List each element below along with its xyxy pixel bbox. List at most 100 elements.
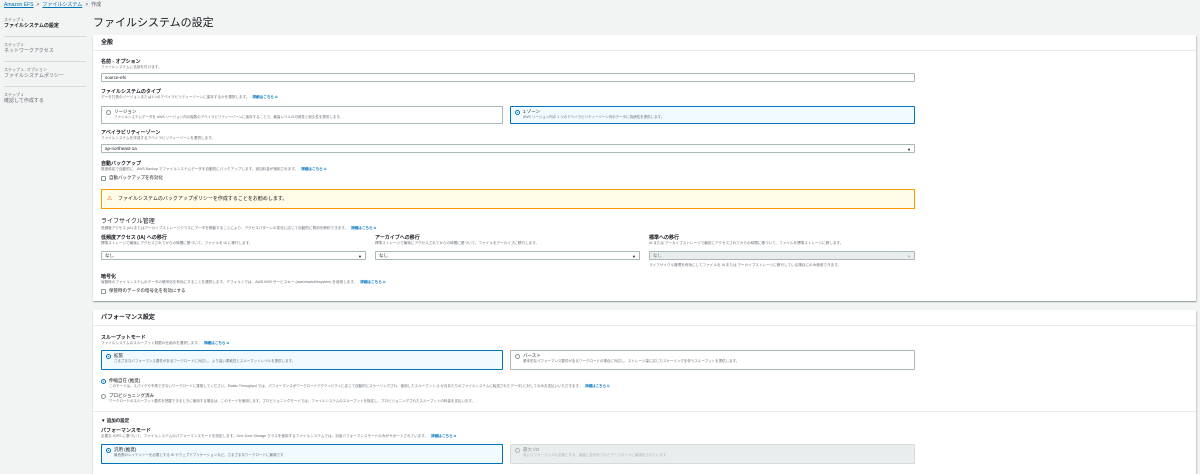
throughput-group: スループットモード ファイルシステムのスループット制限の仕組みを選択します。 詳細… (101, 335, 229, 346)
fs-type-onezone-desc: AWS リージョン内の 1 つのアベイラビリティーゾーン内のデータに持続性を提供… (523, 115, 665, 119)
backup-warning-text: ファイルシステムのバックアップポリシーを作成することをお勧めします。 (118, 196, 288, 202)
throughput-elastic-radio[interactable] (101, 379, 106, 384)
external-link-icon: ⧉ (274, 95, 278, 99)
perf-mode-info-link[interactable]: 詳細はこちら (431, 434, 453, 438)
breadcrumb-separator-icon: > (85, 2, 89, 8)
throughput-bursting-radio[interactable] (515, 354, 520, 359)
encryption-checkbox[interactable] (101, 289, 106, 294)
wizard-step-3: ステップ 3 - オプション ファイルシステムポリシー (4, 65, 86, 87)
external-link-icon: ⧉ (225, 341, 230, 345)
divider (93, 411, 1196, 412)
fs-type-description: データ冗長のリージョンまたは1つのアベイラビリティーゾーンに保存するかを選択しま… (101, 95, 278, 99)
warning-icon: ⚠ (107, 196, 113, 202)
transition-standard-note: ライフサイクル管理を有効にしてファイルを IA または アーカイブストレージに移… (649, 263, 842, 267)
transition-archive-value: なし (379, 253, 388, 258)
backup-group: 自動バックアップ 推奨設定で自動的に、AWS Backup でファイルシステムデ… (101, 161, 326, 172)
caret-down-icon: ▼ (632, 254, 636, 259)
backup-checkbox[interactable] (101, 176, 106, 181)
name-input[interactable]: source-efs (101, 73, 915, 82)
external-link-icon: ⧉ (322, 167, 327, 171)
az-description: ファイルシステムを作成するアベイラビリティーゾーンを選択します。 (101, 136, 216, 140)
transition-ia-desc: 標準ストレージで最後にアクセスされてからの時間に基づいて、ファイルを IA に移… (101, 241, 253, 245)
fs-type-onezone-radio[interactable] (515, 110, 520, 115)
backup-info-link[interactable]: 詳細はこちら (301, 167, 323, 171)
breadcrumb: Amazon EFS > ファイルシステム > 作成 (4, 2, 101, 9)
lifecycle-heading: ライフサイクル管理 (101, 219, 155, 225)
transition-ia-value: なし (105, 253, 114, 258)
backup-warning-alert: ⚠ ファイルシステムのバックアップポリシーを作成することをお勧めします。 (101, 189, 915, 209)
breadcrumb-separator-icon: > (36, 2, 40, 8)
throughput-enhanced-radio[interactable] (106, 354, 111, 359)
throughput-enhanced-desc: さまざまなパフォーマンス要件があるワークロードに対応し、より高い柔軟性とスループ… (114, 359, 296, 363)
general-panel-header: 全般 (93, 35, 1196, 51)
encryption-info-link[interactable]: 詳細はこちら (360, 280, 382, 284)
throughput-provisioned-desc: ワークロードのスループット要件を把握できるときに使用する場合は、このモードを使用… (109, 399, 475, 403)
elastic-info-link[interactable]: 詳細はこちら (585, 384, 606, 388)
wizard-step-2: ステップ 2 ネットワークアクセス (4, 40, 86, 62)
wizard-step-1: ステップ 1 ファイルシステムの設定 (4, 15, 86, 37)
az-select[interactable]: ap-northeast-1a ▼ (101, 144, 915, 153)
external-link-icon: ⧉ (452, 434, 457, 438)
lifecycle-description: 低頻度アクセス (IA) またはアーカイブストレージクラスにデータを移動すること… (101, 226, 377, 230)
perf-mode-general-desc: 最低限のレイテンシーを必要とする ID やウェブアプリケーションなど、さまざまな… (114, 453, 284, 457)
step-title: ファイルシステムの設定 (4, 23, 59, 29)
az-select-value: ap-northeast-1a (105, 146, 137, 151)
perf-mode-maxio-radio (515, 448, 520, 453)
lifecycle-info-link[interactable]: 詳細はこちら (351, 226, 373, 230)
perf-mode-general-option[interactable]: 汎用 (推奨) 最低限のレイテンシーを必要とする ID やウェブアプリケーション… (101, 444, 503, 464)
backup-description: 推奨設定で自動的に、AWS Backup でファイルシステムデータを自動的にバッ… (101, 167, 327, 171)
fs-type-regional-option[interactable]: リージョン ファイルシステムデータを AWS リージョン内の複数のアベイラビリテ… (101, 106, 503, 124)
transition-standard-desc: IA または アーカイブストレージで最初にアクセスされてからの時間に基づいて、フ… (649, 241, 844, 245)
step-title: ファイルシステムポリシー (4, 73, 64, 79)
perf-mode-general-radio[interactable] (106, 448, 111, 453)
perf-mode-maxio-option: 最大 I/O 高いパフォーマンスを必要とする、高度に並列化されたワークロードに最… (510, 444, 915, 464)
name-description: ファイルシステムに名前を付けます。 (101, 65, 162, 69)
page-title: ファイルシステムの設定 (93, 17, 214, 29)
transition-archive-group: アーカイブへの移行 標準ストレージで最後にアクセスされてからの時間に基づいて、フ… (375, 235, 539, 246)
fs-type-regional-radio[interactable] (106, 110, 111, 115)
backup-checkbox-label[interactable]: 自動バックアップを有効化 (109, 175, 163, 181)
throughput-bursting-desc: 基本的なパフォーマンス要件があるワークロードの場合に対応し、ストレージ量に応じた… (523, 359, 740, 363)
perf-mode-group: パフォーマンスモード 必要な IOPS に基づいて、ファイルシステムのパフォーマ… (101, 428, 456, 439)
caret-down-icon: ▼ (907, 254, 911, 259)
encryption-group: 暗号化 保管時のファイルシステムのデータの暗号化を有効にすることを選択します。デ… (101, 274, 385, 285)
caret-down-icon: ▼ (358, 254, 362, 259)
breadcrumb-file-systems[interactable]: ファイルシステム (42, 2, 82, 8)
step-title: 確認して作成する (4, 98, 44, 104)
transition-archive-select[interactable]: なし ▼ (375, 251, 640, 260)
encryption-description: 保管時のファイルシステムのデータの暗号化を有効にすることを選択します。デフォルト… (101, 280, 386, 284)
performance-panel: パフォーマンス設定 スループットモード ファイルシステムのスループット制限の仕組… (93, 310, 1196, 474)
az-group: アベイラビリティーゾーン ファイルシステムを作成するアベイラビリティーゾーンを選… (101, 130, 215, 141)
additional-settings-toggle[interactable]: ▼ 追加の設定 (101, 418, 129, 424)
fs-type-regional-desc: ファイルシステムデータを AWS リージョン内の複数のアベイラビリティーゾーンに… (114, 115, 344, 119)
fs-type-onezone-option[interactable]: 1 ゾーン AWS リージョン内の 1 つのアベイラビリティーゾーン内のデータに… (510, 106, 915, 124)
wizard-step-4: ステップ 4 確認して作成する (4, 90, 86, 111)
transition-standard-group: 標準への移行 IA または アーカイブストレージで最初にアクセスされてからの時間… (649, 235, 843, 246)
encryption-checkbox-label[interactable]: 保管時のデータの暗号化を有効にする (109, 288, 186, 294)
perf-mode-description: 必要な IOPS に基づいて、ファイルシステムのパフォーマンスモードを設定します… (101, 434, 457, 438)
fs-type-group: ファイルシステムのタイプ データ冗長のリージョンまたは1つのアベイラビリティーゾ… (101, 89, 278, 100)
perf-mode-maxio-desc: 高いパフォーマンスを必要とする、高度に並列化されたワークロードに最適化されていま… (523, 453, 667, 457)
wizard-steps: ステップ 1 ファイルシステムの設定 ステップ 2 ネットワークアクセス ステッ… (4, 15, 86, 114)
throughput-info-link[interactable]: 詳細はこちら (204, 341, 226, 345)
throughput-enhanced-option[interactable]: 拡張 さまざまなパフォーマンス要件があるワークロードに対応し、より高い柔軟性とス… (101, 350, 503, 370)
lifecycle-group: ライフサイクル管理 低頻度アクセス (IA) またはアーカイブストレージクラスに… (101, 218, 376, 231)
caret-down-icon: ▼ (907, 147, 911, 152)
step-title: ネットワークアクセス (4, 48, 54, 54)
breadcrumb-current: 作成 (91, 2, 102, 8)
external-link-icon: ⧉ (381, 280, 386, 284)
throughput-bursting-option[interactable]: バースト 基本的なパフォーマンス要件があるワークロードの場合に対応し、ストレージ… (510, 350, 915, 370)
external-link-icon: ⧉ (606, 384, 610, 388)
fs-type-info-link[interactable]: 詳細はこちら (252, 95, 274, 99)
general-panel: 全般 名前 - オプション ファイルシステムに名前を付けます。 source-e… (93, 35, 1196, 301)
name-field-group: 名前 - オプション ファイルシステムに名前を付けます。 (101, 59, 162, 70)
transition-standard-select: なし ▼ (649, 251, 915, 260)
breadcrumb-amazon-efs[interactable]: Amazon EFS (4, 2, 33, 8)
throughput-elastic-desc: このモードは、スパイクや予測できないワークロードに推奨してください。Elasti… (109, 384, 610, 388)
throughput-description: ファイルシステムのスループット制限の仕組みを選択します。 詳細はこちら ⧉ (101, 341, 230, 345)
external-link-icon: ⧉ (372, 226, 377, 230)
transition-ia-select[interactable]: なし ▼ (101, 251, 366, 260)
transition-ia-group: 低頻度アクセス (IA) への移行 標準ストレージで最後にアクセスされてからの時… (101, 235, 253, 246)
transition-archive-desc: 標準ストレージで最後にアクセスされてからの時間に基づいて、ファイルをアーカイブに… (375, 241, 540, 245)
throughput-provisioned-radio[interactable] (101, 394, 106, 399)
